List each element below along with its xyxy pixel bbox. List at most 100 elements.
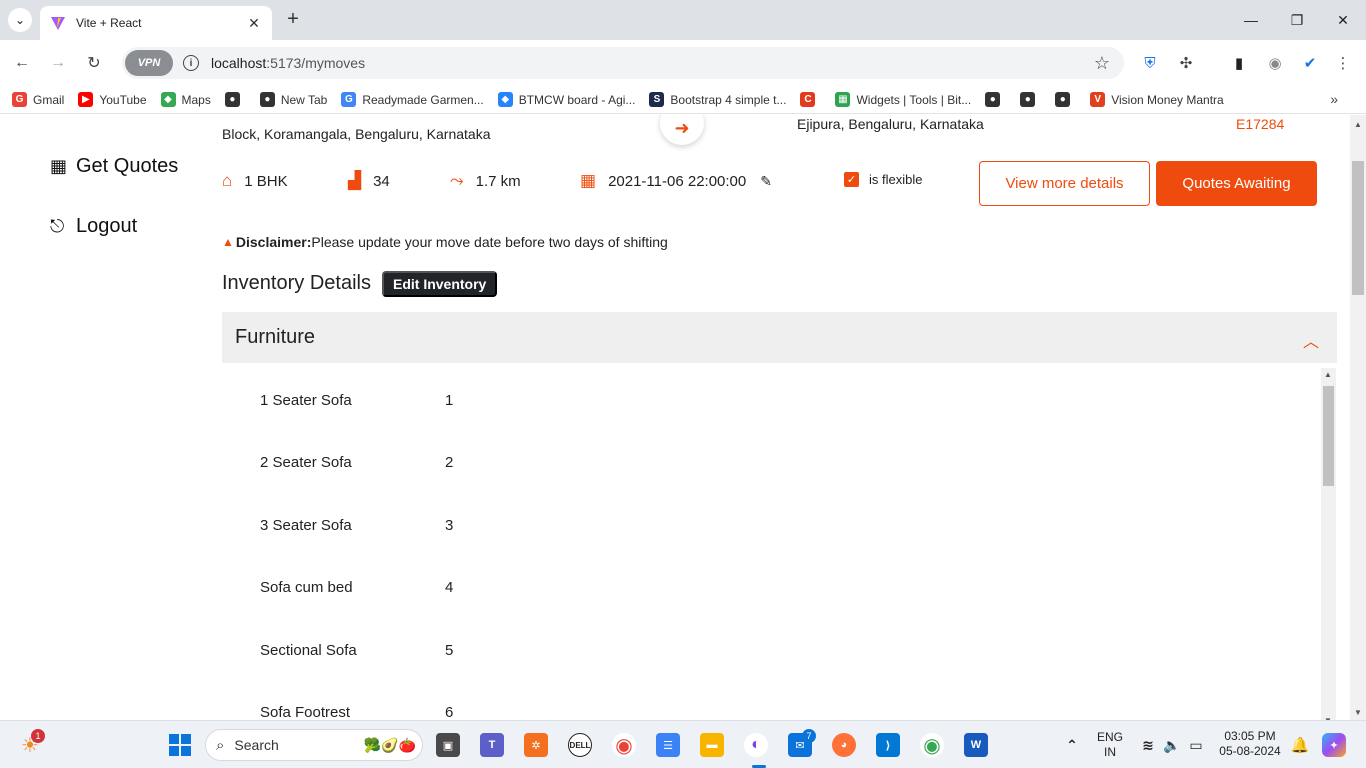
url-text[interactable]: localhost:5173/mymoves [211,55,365,71]
copilot-icon[interactable]: ✦ [1322,733,1346,757]
bookmark-favicon-icon: ● [1055,92,1071,107]
menu-kebab-icon[interactable]: ⋮ [1332,52,1354,74]
bookmark-item[interactable]: ● [985,92,1006,107]
chrome-profile-icon[interactable]: ◉ [920,733,944,757]
address-bar[interactable]: VPN i localhost:5173/mymoves ☆ [122,47,1124,79]
route-icon: ⤳ [450,171,464,190]
vpn-toggle[interactable]: VPN [125,50,173,76]
tab-title: Vite + React [76,16,142,30]
close-tab-icon[interactable]: ✕ [246,15,262,32]
item-qty: 3 [445,517,454,534]
windows-start-icon[interactable] [168,733,192,757]
volume-icon[interactable]: 🔈 [1160,733,1184,757]
bookmark-item[interactable]: ● [224,92,246,107]
move-date-value: 2021-11-06 22:00:00 [608,172,747,190]
pencil-icon[interactable]: ✎ [760,173,772,190]
bookmark-item[interactable]: ● [1055,92,1076,107]
item-qty: 6 [445,704,454,720]
chrome-icon[interactable]: ◉ [612,733,636,757]
scroll-down-icon[interactable]: ▼ [1354,708,1362,717]
chevron-up-icon[interactable]: ︿ [1303,328,1319,352]
clock-time: 03:05 PM [1224,729,1276,743]
view-more-details-button[interactable]: View more details [979,161,1150,206]
windows-taskbar: ☀ 1 ⌕ Search 🥦🥑🍅 ▣ T ✲ DELL ◉ ☰ ▬ ◐ ✉ 7 … [0,720,1366,768]
quotes-awaiting-button[interactable]: Quotes Awaiting [1156,161,1317,206]
file-explorer-icon[interactable]: ▬ [700,733,724,757]
notepad-icon[interactable]: ☰ [656,733,680,757]
close-window-button[interactable]: ✕ [1320,0,1366,40]
list-item: 1 Seater Sofa 1 [260,392,453,409]
item-qty: 2 [445,454,454,471]
disclaimer-text: Please update your move date before two … [311,234,668,250]
accordion-title: Furniture [235,326,316,348]
new-tab-button[interactable]: + [282,8,304,30]
bookmarks-overflow-icon[interactable]: » [1330,91,1338,107]
scroll-up-icon[interactable]: ▲ [1324,370,1332,379]
home-icon: ⌂ [222,171,233,190]
extensions-puzzle-icon[interactable]: ✣ [1175,52,1197,74]
browser-tab[interactable]: Vite + React ✕ [40,6,272,40]
checkmark-icon[interactable]: ✓ [844,172,859,187]
inventory-scrollbar[interactable]: ▲ ▼ [1321,368,1336,720]
bookmark-label: Gmail [33,92,65,107]
bookmark-star-icon[interactable]: ☆ [1094,53,1110,74]
teams-icon[interactable]: T [480,733,504,757]
chevron-up-icon[interactable]: ⌃ [1060,733,1084,757]
language-indicator[interactable]: ENG IN [1094,730,1126,760]
bookmark-item[interactable]: G Readymade Garmen... [341,92,484,107]
inventory-scroll-thumb[interactable] [1323,386,1334,486]
bookmark-favicon-icon: ▶ [78,92,94,107]
taskbar-search[interactable]: ⌕ Search 🥦🥑🍅 [205,729,423,761]
bookmark-item[interactable]: C [800,92,821,107]
bookmark-label: Readymade Garmen... [362,92,484,107]
get-quotes-link[interactable]: ▦ Get Quotes [50,155,178,178]
shield-extension-icon[interactable]: ⛨ [1139,52,1161,74]
bookmark-item[interactable]: S Bootstrap 4 simple t... [649,92,786,107]
order-id: E17284 [1236,116,1285,132]
tab-search-button[interactable]: ⌄ [8,8,32,32]
xampp-icon[interactable]: ✲ [524,733,548,757]
clock[interactable]: 03:05 PM 05-08-2024 [1216,729,1284,759]
browser-app-icon[interactable]: ◐ [744,733,768,757]
inventory-list: 1 Seater Sofa 1 2 Seater Sofa 2 3 Seater… [222,366,1337,720]
wifi-icon[interactable]: ≋ [1136,733,1160,757]
page-scrollbar[interactable]: ▲ ▼ [1350,115,1366,720]
bookmark-item[interactable]: ▦ Widgets | Tools | Bit... [835,92,971,107]
word-icon[interactable]: W [964,733,988,757]
minimize-button[interactable]: — [1228,0,1274,40]
bookmark-favicon-icon: ◆ [497,92,513,107]
bookmark-item[interactable]: ● [1020,92,1041,107]
dell-icon[interactable]: DELL [568,733,592,757]
vscode-icon[interactable]: ⟩ [876,733,900,757]
edit-inventory-button[interactable]: Edit Inventory [382,271,498,297]
side-panel-icon[interactable]: ▮ [1228,52,1250,74]
bookmark-item[interactable]: G Gmail [12,92,64,107]
bookmark-item[interactable]: ◆ BTMCW board - Agi... [497,92,635,107]
task-view-icon[interactable]: ▣ [436,733,460,757]
restore-button[interactable]: ❐ [1274,0,1320,40]
bookmark-item[interactable]: ◆ Maps [160,92,211,107]
bookmark-favicon-icon: ◆ [160,92,176,107]
firefox-icon[interactable]: ◕ [832,733,856,757]
back-button[interactable]: ← [10,51,34,75]
bookmark-item[interactable]: ▶ YouTube [78,92,147,107]
bookmark-item[interactable]: ● New Tab [259,92,327,107]
distance-value: 1.7 km [475,172,521,190]
security-check-icon[interactable]: ✔ [1299,52,1321,74]
profile-avatar-icon[interactable]: ◉ [1264,52,1286,74]
forward-button[interactable]: → [46,51,70,75]
scroll-up-icon[interactable]: ▲ [1354,120,1362,129]
vite-logo-icon [51,17,65,30]
lang-bottom: IN [1104,745,1116,759]
flexible-checkbox[interactable]: ✓ is flexible [844,172,922,187]
item-name: 3 Seater Sofa [260,517,352,534]
furniture-accordion-header[interactable]: Furniture ︿ [222,312,1337,363]
battery-icon[interactable]: ▭ [1184,733,1208,757]
notification-bell-icon[interactable]: 🔔 [1288,733,1312,757]
bookmark-item[interactable]: V Vision Money Mantra [1090,92,1224,107]
page-scroll-thumb[interactable] [1352,161,1364,295]
reload-button[interactable]: ↻ [82,51,106,75]
site-info-icon[interactable]: i [183,55,199,71]
logout-link[interactable]: ⎋ Logout [50,215,137,238]
logout-label: Logout [76,215,138,237]
